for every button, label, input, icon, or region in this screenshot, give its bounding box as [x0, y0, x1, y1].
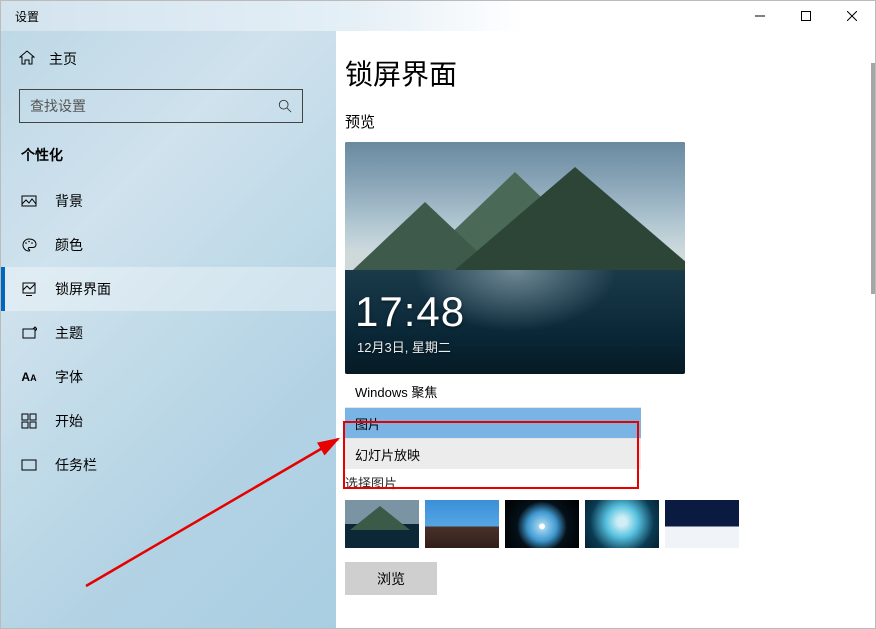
dropdown-option-spotlight[interactable]: Windows 聚焦 — [345, 376, 641, 407]
settings-window: 设置 主页 — [0, 0, 876, 629]
search-box[interactable] — [19, 89, 303, 123]
preview-label: 预览 — [345, 111, 843, 132]
titlebar[interactable]: 设置 — [1, 1, 875, 31]
search-input[interactable] — [20, 90, 268, 122]
preview-clock: 17:48 — [355, 288, 465, 336]
maximize-button[interactable] — [783, 1, 829, 31]
home-icon — [19, 50, 35, 69]
sidebar-item-taskbar[interactable]: 任务栏 — [1, 443, 336, 487]
sidebar-item-label: 锁屏界面 — [55, 279, 111, 299]
close-button[interactable] — [829, 1, 875, 31]
browse-button[interactable]: 浏览 — [345, 562, 437, 595]
sidebar-item-label: 开始 — [55, 411, 83, 431]
palette-icon — [21, 237, 37, 253]
lockscreen-preview: 17:48 12月3日, 星期二 — [345, 142, 685, 374]
sidebar-item-colors[interactable]: 颜色 — [1, 223, 336, 267]
thumbnail[interactable] — [665, 500, 739, 548]
home-label: 主页 — [49, 49, 77, 69]
dropdown-option-slideshow[interactable]: 幻灯片放映 — [345, 438, 641, 469]
thumbnail[interactable] — [425, 500, 499, 548]
thumbnail[interactable] — [505, 500, 579, 548]
background-dropdown[interactable]: Windows 聚焦 图片 幻灯片放映 — [345, 376, 641, 469]
sidebar-item-lockscreen[interactable]: 锁屏界面 — [1, 267, 336, 311]
sidebar-item-fonts[interactable]: AA 字体 — [1, 355, 336, 399]
content: 锁屏界面 预览 17:48 12月3日, 星期二 Windows 聚焦 图片 幻… — [336, 31, 875, 628]
sidebar-item-start[interactable]: 开始 — [1, 399, 336, 443]
font-icon: AA — [21, 369, 37, 385]
sidebar: 主页 个性化 背景 颜色 锁屏界面 — [1, 31, 336, 628]
sidebar-item-background[interactable]: 背景 — [1, 179, 336, 223]
picture-icon — [21, 193, 37, 209]
category-label: 个性化 — [1, 141, 336, 179]
sidebar-item-label: 背景 — [55, 191, 83, 211]
sidebar-item-label: 主题 — [55, 323, 83, 343]
start-icon — [21, 413, 37, 429]
sidebar-item-label: 字体 — [55, 367, 83, 387]
thumbnail[interactable] — [585, 500, 659, 548]
nav-list: 背景 颜色 锁屏界面 主题 AA 字体 — [1, 179, 336, 487]
minimize-button[interactable] — [737, 1, 783, 31]
search-icon[interactable] — [268, 90, 302, 122]
theme-icon — [21, 325, 37, 341]
window-controls — [737, 1, 875, 31]
sidebar-item-label: 颜色 — [55, 235, 83, 255]
sidebar-item-label: 任务栏 — [55, 455, 97, 475]
window-title: 设置 — [1, 8, 737, 25]
home-button[interactable]: 主页 — [1, 41, 336, 77]
window-body: 主页 个性化 背景 颜色 锁屏界面 — [1, 31, 875, 628]
preview-date: 12月3日, 星期二 — [357, 337, 451, 356]
picture-thumbnails — [345, 500, 843, 548]
choose-picture-label: 选择图片 — [345, 473, 843, 492]
lockscreen-icon — [21, 281, 37, 297]
thumbnail[interactable] — [345, 500, 419, 548]
taskbar-icon — [21, 457, 37, 473]
dropdown-option-picture[interactable]: 图片 — [345, 407, 641, 438]
page-title: 锁屏界面 — [345, 53, 843, 93]
sidebar-item-themes[interactable]: 主题 — [1, 311, 336, 355]
scrollbar[interactable] — [871, 63, 875, 294]
